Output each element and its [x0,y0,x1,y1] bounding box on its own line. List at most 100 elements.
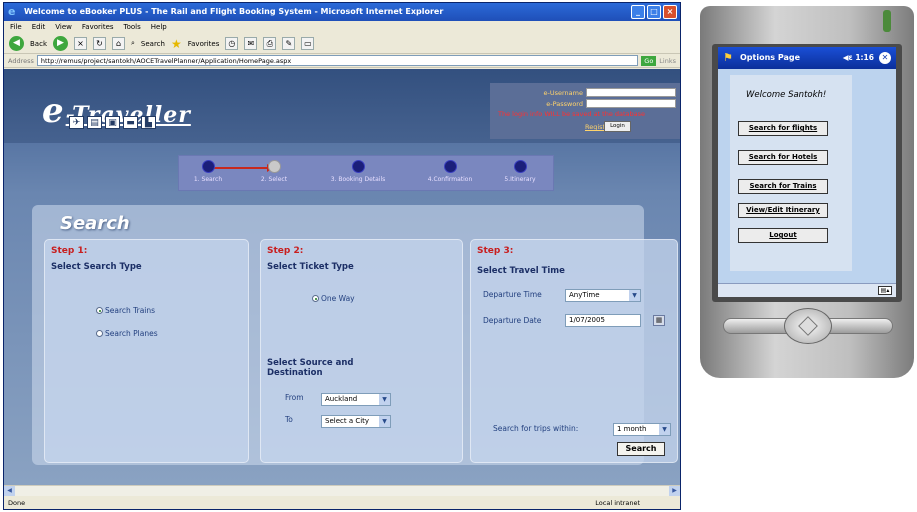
ppc-close-icon[interactable]: ✕ [879,52,891,64]
ppc-clock: ◀ε 1:16 [843,47,874,69]
step-booking-details: 3. Booking Details [323,160,393,183]
step3-panel: Step 3: Select Travel Time Departure Tim… [470,239,678,463]
search-trains-button[interactable]: Search for Trains [738,179,828,194]
pocket-pc-device: ⚑ Options Page ◀ε 1:16 ✕ Welcome Santokh… [700,6,914,378]
step-search-label: 1. Search [193,176,223,183]
address-bar: Address http://remus/project/santokh/AOC… [4,54,680,68]
train-icon: ▣ [105,116,120,129]
step1-panel: Step 1: Select Search Type Search Trains… [44,239,249,463]
ie-logo-icon: e [8,5,16,18]
password-input[interactable] [586,99,676,108]
keyboard-icon[interactable]: ▤▴ [878,286,892,295]
step2-subheading: Select Ticket Type [267,262,354,272]
step2-heading: Step 2: [267,246,304,256]
mail-icon[interactable]: ✉ [244,37,258,50]
departure-time-select[interactable]: AnyTime ▼ [565,289,641,302]
print-icon[interactable]: ⎙ [263,37,277,50]
chevron-down-icon: ▼ [659,424,670,435]
favorites-star-icon[interactable]: ★ [171,37,182,51]
navigation-pad [716,306,900,346]
username-label: e-Username [543,88,583,97]
search-trains-label: Search Trains [105,306,156,315]
from-label: From [285,393,304,402]
departure-time-label: Departure Time [483,290,542,299]
back-arrow-icon[interactable]: ◀ [9,36,24,51]
maximize-button[interactable]: □ [647,5,661,19]
to-select[interactable]: Select a City ▼ [321,415,391,428]
speaker-icon[interactable]: ◀ε [843,53,853,62]
address-label: Address [8,56,34,65]
stop-icon[interactable]: × [74,37,87,50]
security-zone: Local intranet [595,499,640,507]
building-icon: ▙ [141,116,156,129]
history-icon[interactable]: ◷ [225,37,239,50]
menu-help[interactable]: Help [151,21,167,34]
search-icon[interactable]: ⌕ [131,39,135,48]
back-button-label[interactable]: Back [30,40,47,48]
ppc-titlebar: ⚑ Options Page ◀ε 1:16 ✕ [718,47,896,69]
ppc-command-bar: ▤▴ [718,283,896,297]
search-button[interactable]: Search [617,442,665,456]
departure-date-label: Departure Date [483,316,542,325]
close-button[interactable]: × [663,5,677,19]
search-flights-button[interactable]: Search for flights [738,121,828,136]
favorites-button-label[interactable]: Favorites [188,40,220,48]
refresh-icon[interactable]: ↻ [93,37,106,50]
ppc-welcome: Welcome Santokh! [746,90,827,100]
departure-date-input[interactable]: 1/07/2005 [565,314,641,327]
horizontal-scrollbar[interactable]: ◀ ▶ [4,485,680,496]
menu-file[interactable]: File [10,21,22,34]
go-button[interactable]: Go [641,55,657,66]
menu-edit[interactable]: Edit [32,21,46,34]
step-confirmation-label: 4.Confirmation [427,176,473,183]
window-titlebar: e Welcome to eBooker PLUS - The Rail and… [4,3,680,21]
search-planes-radio[interactable]: Search Planes [96,329,158,338]
folder-icon[interactable]: ▭ [301,37,315,50]
dpad-diamond-icon [798,316,818,336]
edit-icon[interactable]: ✎ [282,37,296,50]
step1-subheading: Select Search Type [51,262,142,272]
from-select[interactable]: Auckland ▼ [321,393,391,406]
one-way-radio[interactable]: One Way [312,294,355,303]
scroll-right-icon[interactable]: ▶ [669,486,680,496]
search-trains-radio[interactable]: Search Trains [96,306,155,315]
home-icon[interactable]: ⌂ [112,37,125,50]
search-hotels-button[interactable]: Search for Hotels [738,150,828,165]
logo-transport-icons: ✈ ▤ ▣ ▬ ▙ [69,116,156,129]
radio-selected-icon [96,307,103,314]
windows-flag-icon[interactable]: ⚑ [723,52,733,64]
login-button[interactable]: Login [604,121,631,132]
menu-favorites[interactable]: Favorites [82,21,114,34]
step1-heading: Step 1: [51,246,88,256]
within-select[interactable]: 1 month ▼ [613,423,671,436]
forward-arrow-icon[interactable]: ▶ [53,36,68,51]
address-input[interactable]: http://remus/project/santokh/AOCETravelP… [36,55,639,66]
chevron-down-icon: ▼ [379,394,390,405]
dpad-button[interactable] [784,308,832,344]
calendar-icon[interactable]: ▦ [653,315,665,326]
device-screen: ⚑ Options Page ◀ε 1:16 ✕ Welcome Santokh… [718,47,896,297]
logo-e: e [42,91,64,131]
scroll-left-icon[interactable]: ◀ [4,486,15,496]
menu-view[interactable]: View [55,21,72,34]
status-text: Done [8,499,26,507]
links-label[interactable]: Links [659,57,680,65]
minimize-button[interactable]: _ [631,5,645,19]
step-select: 2. Select [239,160,309,183]
source-heading-line1: Select Source and [267,358,354,368]
within-value: 1 month [617,425,647,433]
menu-tools[interactable]: Tools [124,21,141,34]
logout-button[interactable]: Logout [738,228,828,243]
source-heading: Select Source and Destination [267,358,353,378]
one-way-label: One Way [321,294,355,303]
login-note: The login info WILL be saved at the data… [498,110,646,118]
view-edit-itinerary-button[interactable]: View/Edit Itinerary [738,203,828,218]
search-button-label[interactable]: Search [141,40,165,48]
step3-heading: Step 3: [477,246,514,256]
step-confirmation: 4.Confirmation [415,160,485,183]
ie-window: e Welcome to eBooker PLUS - The Rail and… [3,2,681,510]
source-heading-line2: Destination [267,368,323,378]
search-title: Search [60,213,130,234]
username-input[interactable] [586,88,676,97]
bed-icon: ▬ [123,116,138,129]
